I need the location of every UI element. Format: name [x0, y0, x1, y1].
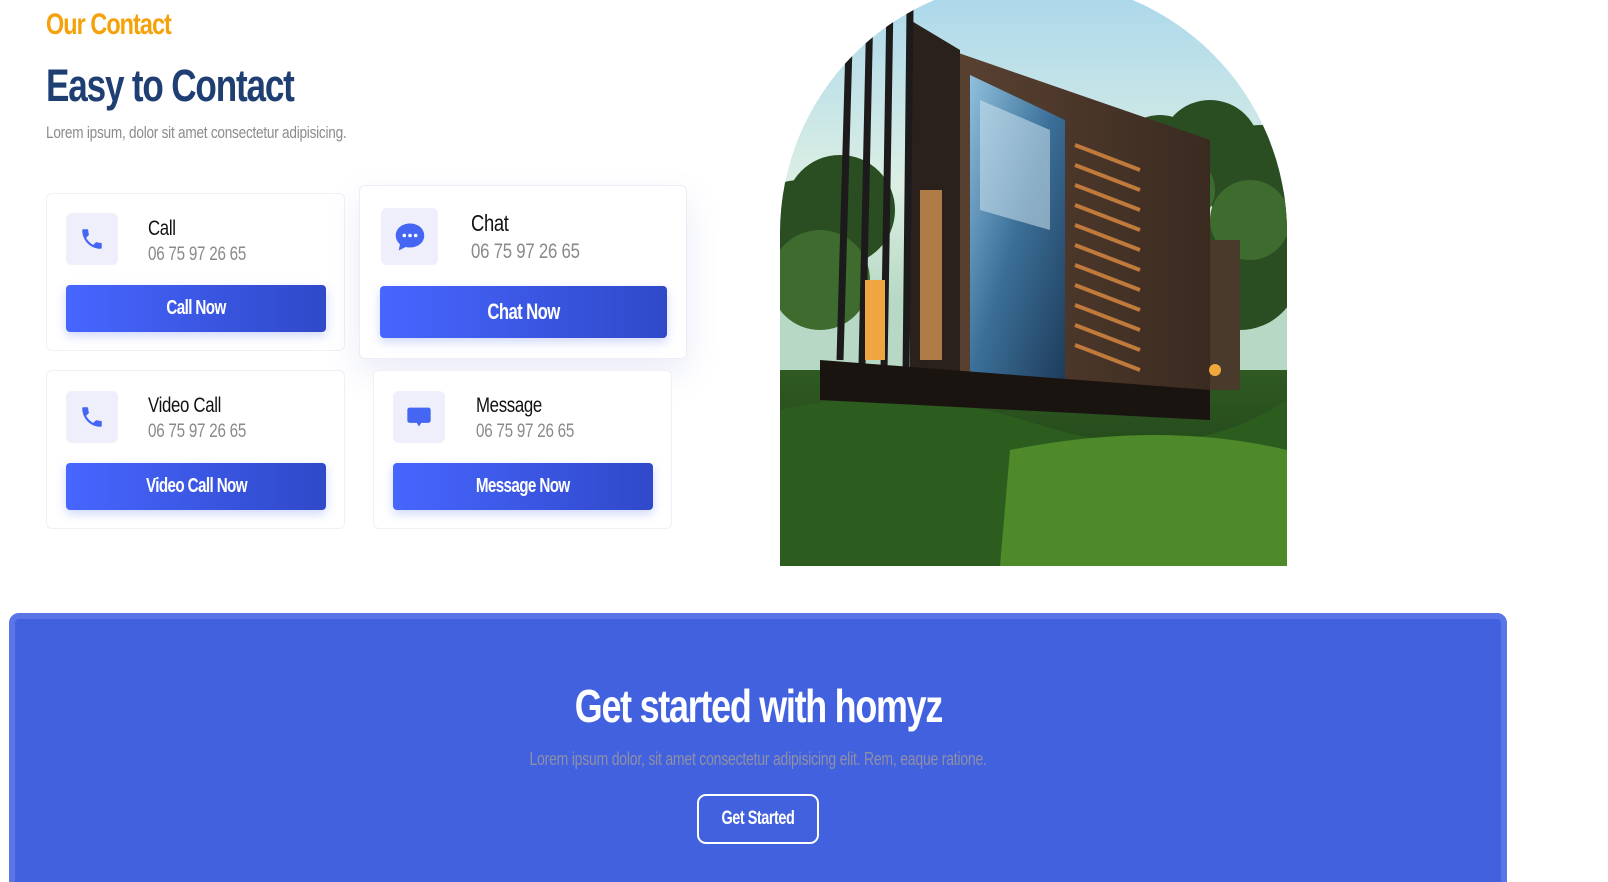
section-description: Lorem ipsum, dolor sit amet consectetur …	[46, 123, 347, 142]
contact-card-title: Message	[476, 394, 542, 417]
message-now-button-label: Message Now	[476, 475, 570, 497]
contact-card-phone: 06 75 97 26 65	[148, 421, 247, 442]
contact-card-phone: 06 75 97 26 65	[148, 244, 247, 265]
banner-description: Lorem ipsum dolor, sit amet consectetur …	[15, 749, 1501, 770]
chat-now-button-label: Chat Now	[487, 299, 560, 324]
call-now-button-label: Call Now	[166, 297, 226, 319]
get-started-banner: Get started with homyz Lorem ipsum dolor…	[9, 613, 1507, 882]
contact-card-title: Call	[148, 217, 176, 240]
chat-bubble-icon	[381, 208, 438, 265]
contact-card-chat: Chat 06 75 97 26 65 Chat Now	[359, 185, 687, 359]
video-call-now-button[interactable]: Video Call Now	[66, 463, 326, 510]
message-now-button[interactable]: Message Now	[393, 463, 653, 510]
message-icon	[393, 391, 445, 443]
call-now-button[interactable]: Call Now	[66, 285, 326, 332]
contact-card-video-call: Video Call 06 75 97 26 65 Video Call Now	[46, 370, 345, 529]
banner-title: Get started with homyz	[15, 679, 1501, 733]
contact-card-call: Call 06 75 97 26 65 Call Now	[46, 193, 345, 351]
contact-card-message: Message 06 75 97 26 65 Message Now	[373, 370, 672, 529]
contact-card-phone: 06 75 97 26 65	[476, 421, 575, 442]
house-photo	[780, 0, 1287, 566]
get-started-button-label: Get Started	[721, 808, 795, 829]
contact-card-title: Video Call	[148, 394, 222, 417]
contact-card-title: Chat	[471, 210, 509, 236]
chat-now-button[interactable]: Chat Now	[380, 286, 667, 338]
page-title: Easy to Contact	[46, 60, 295, 111]
phone-icon	[66, 391, 118, 443]
banner-title-text: Get started with homyz	[574, 680, 943, 732]
video-call-now-button-label: Video Call Now	[145, 475, 247, 497]
contact-card-phone: 06 75 97 26 65	[471, 240, 580, 263]
banner-description-text: Lorem ipsum dolor, sit amet consectetur …	[529, 749, 987, 769]
get-started-button[interactable]: Get Started	[697, 794, 819, 844]
phone-icon	[66, 213, 118, 265]
section-eyebrow: Our Contact	[46, 8, 172, 41]
